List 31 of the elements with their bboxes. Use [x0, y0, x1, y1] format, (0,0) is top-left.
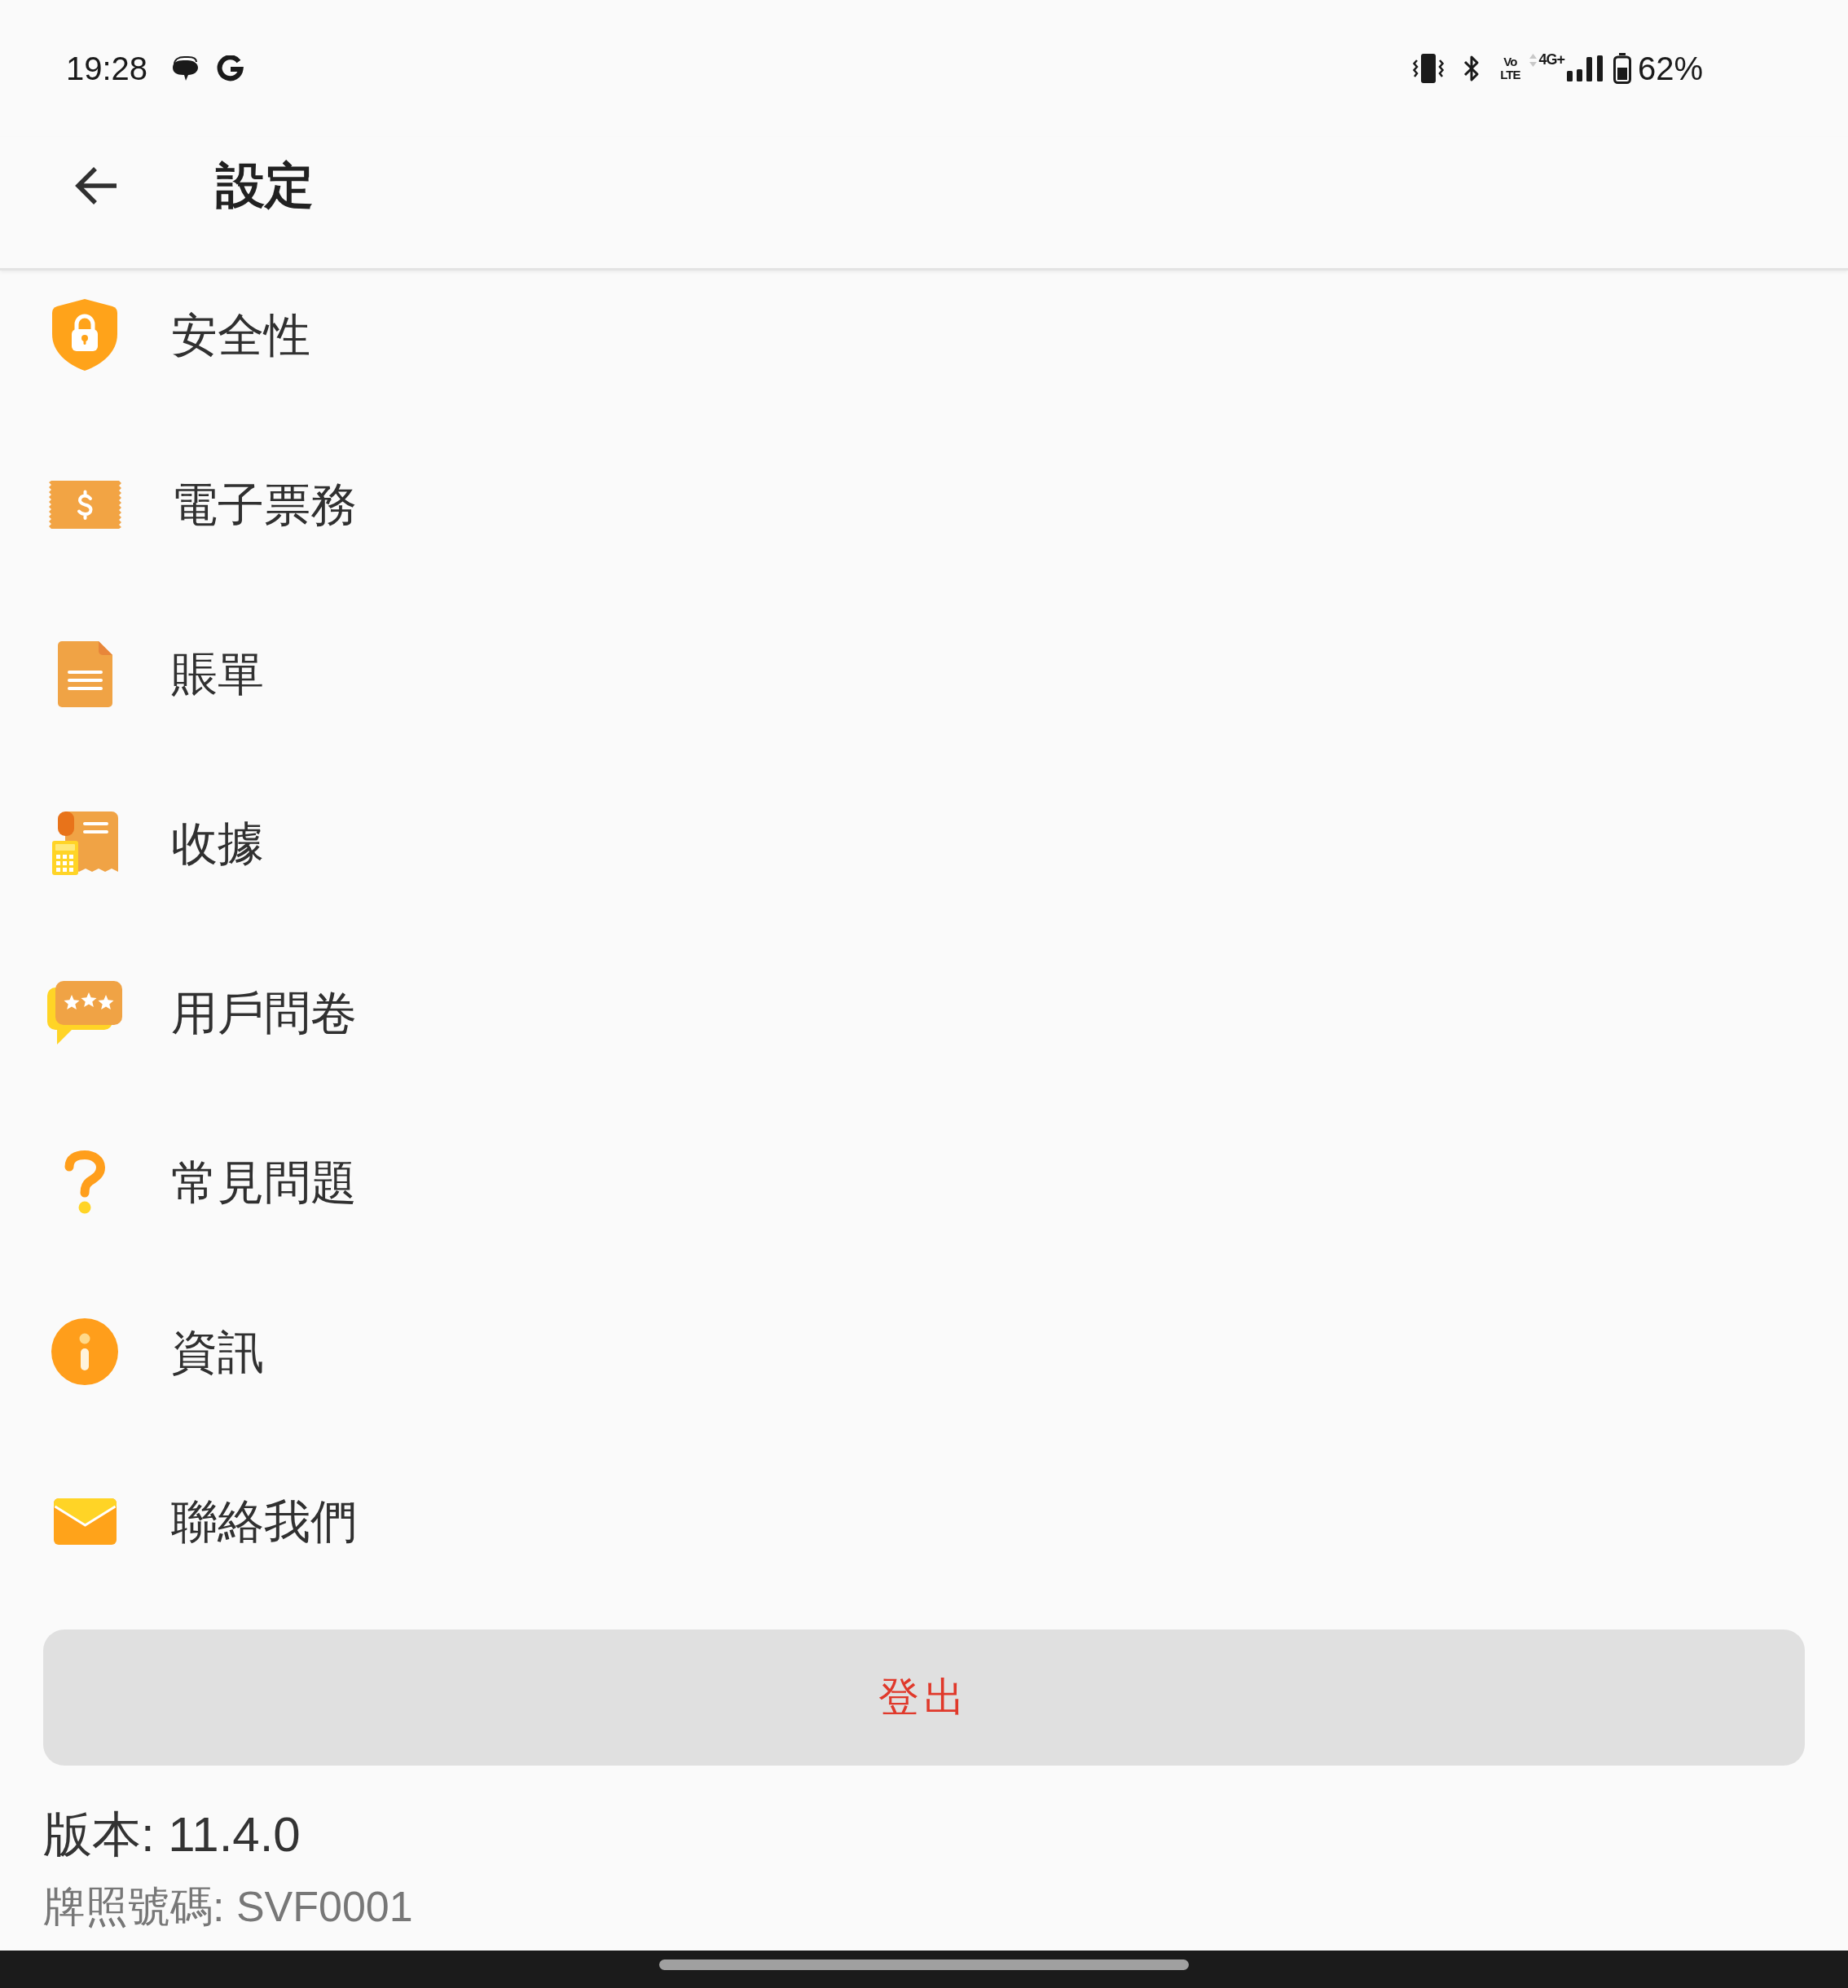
- menu-item[interactable]: 收據: [44, 811, 264, 875]
- page-title: 設定: [216, 161, 314, 210]
- menu-item[interactable]: 資訊: [44, 1318, 264, 1385]
- back-arrow-icon: [73, 165, 117, 206]
- license-plate-text: 牌照號碼: SVF0001: [43, 1882, 413, 1932]
- question-mark-icon: [63, 1150, 107, 1214]
- network-type-label: 4G+: [1538, 52, 1564, 67]
- version-text: 版本: 11.4.0: [43, 1806, 301, 1863]
- menu-item[interactable]: 安全性: [44, 298, 310, 372]
- battery-icon: [1613, 53, 1631, 84]
- volte-label: Vo LTE: [1500, 55, 1520, 81]
- back-button[interactable]: [73, 165, 117, 206]
- chat-bubble-icon: [172, 56, 200, 81]
- menu-item[interactable]: 電子票務: [44, 476, 357, 533]
- menu-item[interactable]: 聯絡我們: [44, 1493, 357, 1550]
- dollar-ticket-icon: [48, 480, 121, 529]
- shield-lock-icon: [51, 298, 119, 372]
- rating-chat-icon: [47, 981, 122, 1045]
- menu-item[interactable]: 賬單: [44, 640, 264, 707]
- info-icon: [51, 1318, 118, 1385]
- battery-percent: 62%: [1637, 52, 1703, 85]
- menu-item[interactable]: 常見問題: [44, 1150, 357, 1214]
- envelope-icon: [53, 1498, 117, 1545]
- clock-time: 19:28: [66, 52, 148, 85]
- signal-icon: [1566, 55, 1603, 81]
- vibrate-icon: [1412, 54, 1445, 83]
- g-icon: [217, 55, 244, 82]
- menu-item[interactable]: 用戶問卷: [44, 981, 357, 1045]
- receipt-calculator-icon: [51, 811, 118, 875]
- document-icon: [57, 640, 112, 707]
- data-arrows-icon: [1529, 54, 1538, 67]
